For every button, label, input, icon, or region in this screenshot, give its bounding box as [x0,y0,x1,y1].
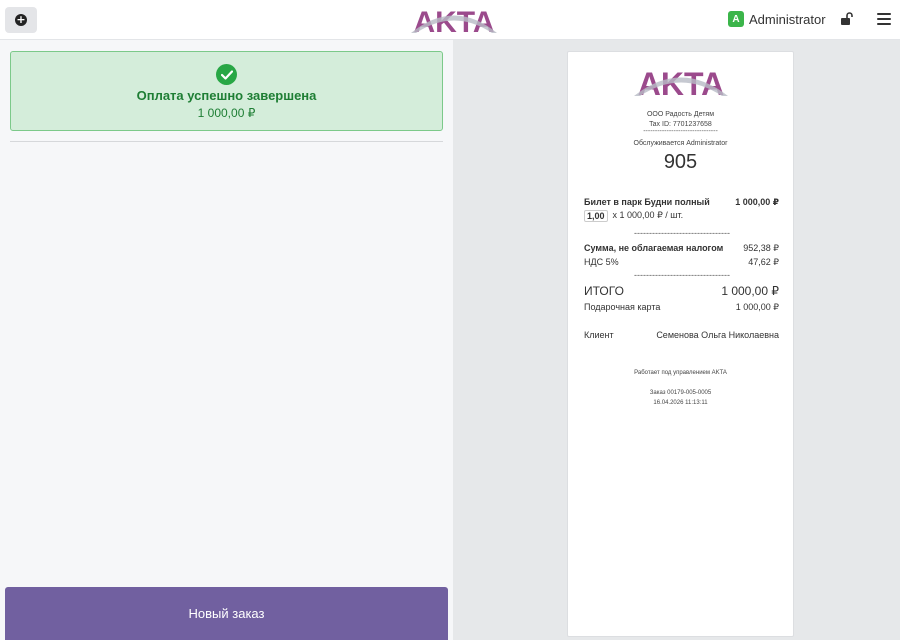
user-menu[interactable]: A Administrator [728,11,826,27]
hamburger-menu-icon[interactable] [877,13,891,25]
payment-amount: 1 000,00 ₽ [197,106,256,120]
receipt-client-line: Клиент Семенова Ольга Николаевна [584,330,779,340]
receipt-order-number: Заказ 00179-005-0005 [649,390,712,396]
payment-status-title: Оплата успешно завершена [136,88,317,103]
receipt-separator: -------------------------------- [634,270,730,280]
untaxed-value: 952,38 ₽ [743,243,779,253]
receipt-untaxed-line: Сумма, не облагаемая налогом 952,38 ₽ [584,243,779,254]
divider [10,141,443,142]
receipt-payment-line: Подарочная карта 1 000,00 ₽ [584,302,779,313]
item-total: 1 000,00 ₽ [735,197,779,207]
receipt-company: ООО Радость Детям [646,111,715,118]
receipt: AKTA ООО Радость Детям Tax ID: 770123765… [567,51,794,637]
receipt-panel: AKTA ООО Радость Детям Tax ID: 770123765… [453,40,900,640]
item-qty: 1,00 [584,210,608,222]
client-label: Клиент [584,330,614,340]
receipt-dash-line: -------------------------------- [643,128,718,135]
receipt-item-line: Билет в парк Будни полный 1 000,00 ₽ [584,197,779,208]
top-bar: + AKTA A Administrator [0,0,900,40]
vat-label: НДС 5% [584,257,619,267]
receipt-datetime: 16.04.2026 11:13:11 [653,400,708,406]
receipt-total-line: ИТОГО 1 000,00 ₽ [584,284,779,298]
receipt-vat-line: НДС 5% 47,62 ₽ [584,257,779,268]
payment-method: Подарочная карта [584,302,661,312]
total-label: ИТОГО [584,284,624,298]
receipt-item-qty-line: 1,00 x 1 000,00 ₽ / шт. [584,210,779,222]
receipt-separator: -------------------------------- [634,228,730,238]
akta-logo: AKTA [411,6,497,36]
add-button[interactable]: + [5,7,37,33]
receipt-logo: AKTA [634,66,728,99]
receipt-tax-id: Tax ID: 7701237658 [649,121,712,128]
item-name: Билет в парк Будни полный [584,197,710,207]
user-name: Administrator [749,11,826,27]
payment-success-alert: Оплата успешно завершена 1 000,00 ₽ [10,51,443,131]
payment-value: 1 000,00 ₽ [735,302,779,312]
unlock-icon[interactable] [840,12,854,26]
receipt-number: 905 [663,151,698,173]
new-order-button[interactable]: Новый заказ [5,587,448,640]
untaxed-label: Сумма, не облагаемая налогом [584,243,724,253]
svg-text:AKTA: AKTA [413,6,494,36]
plus-icon: + [15,13,27,26]
receipt-served-by: Обслуживается Administrator [633,140,728,147]
order-panel: Оплата успешно завершена 1 000,00 ₽ Новы… [0,40,453,640]
user-avatar: A [728,11,744,27]
total-value: 1 000,00 ₽ [721,284,779,298]
check-circle-icon [216,64,237,85]
receipt-powered-by: Работает под управлением AKTA [634,370,727,376]
item-unit-price: x 1 000,00 ₽ / шт. [612,210,684,220]
vat-value: 47,62 ₽ [748,257,779,267]
client-name: Семенова Ольга Николаевна [656,330,779,340]
